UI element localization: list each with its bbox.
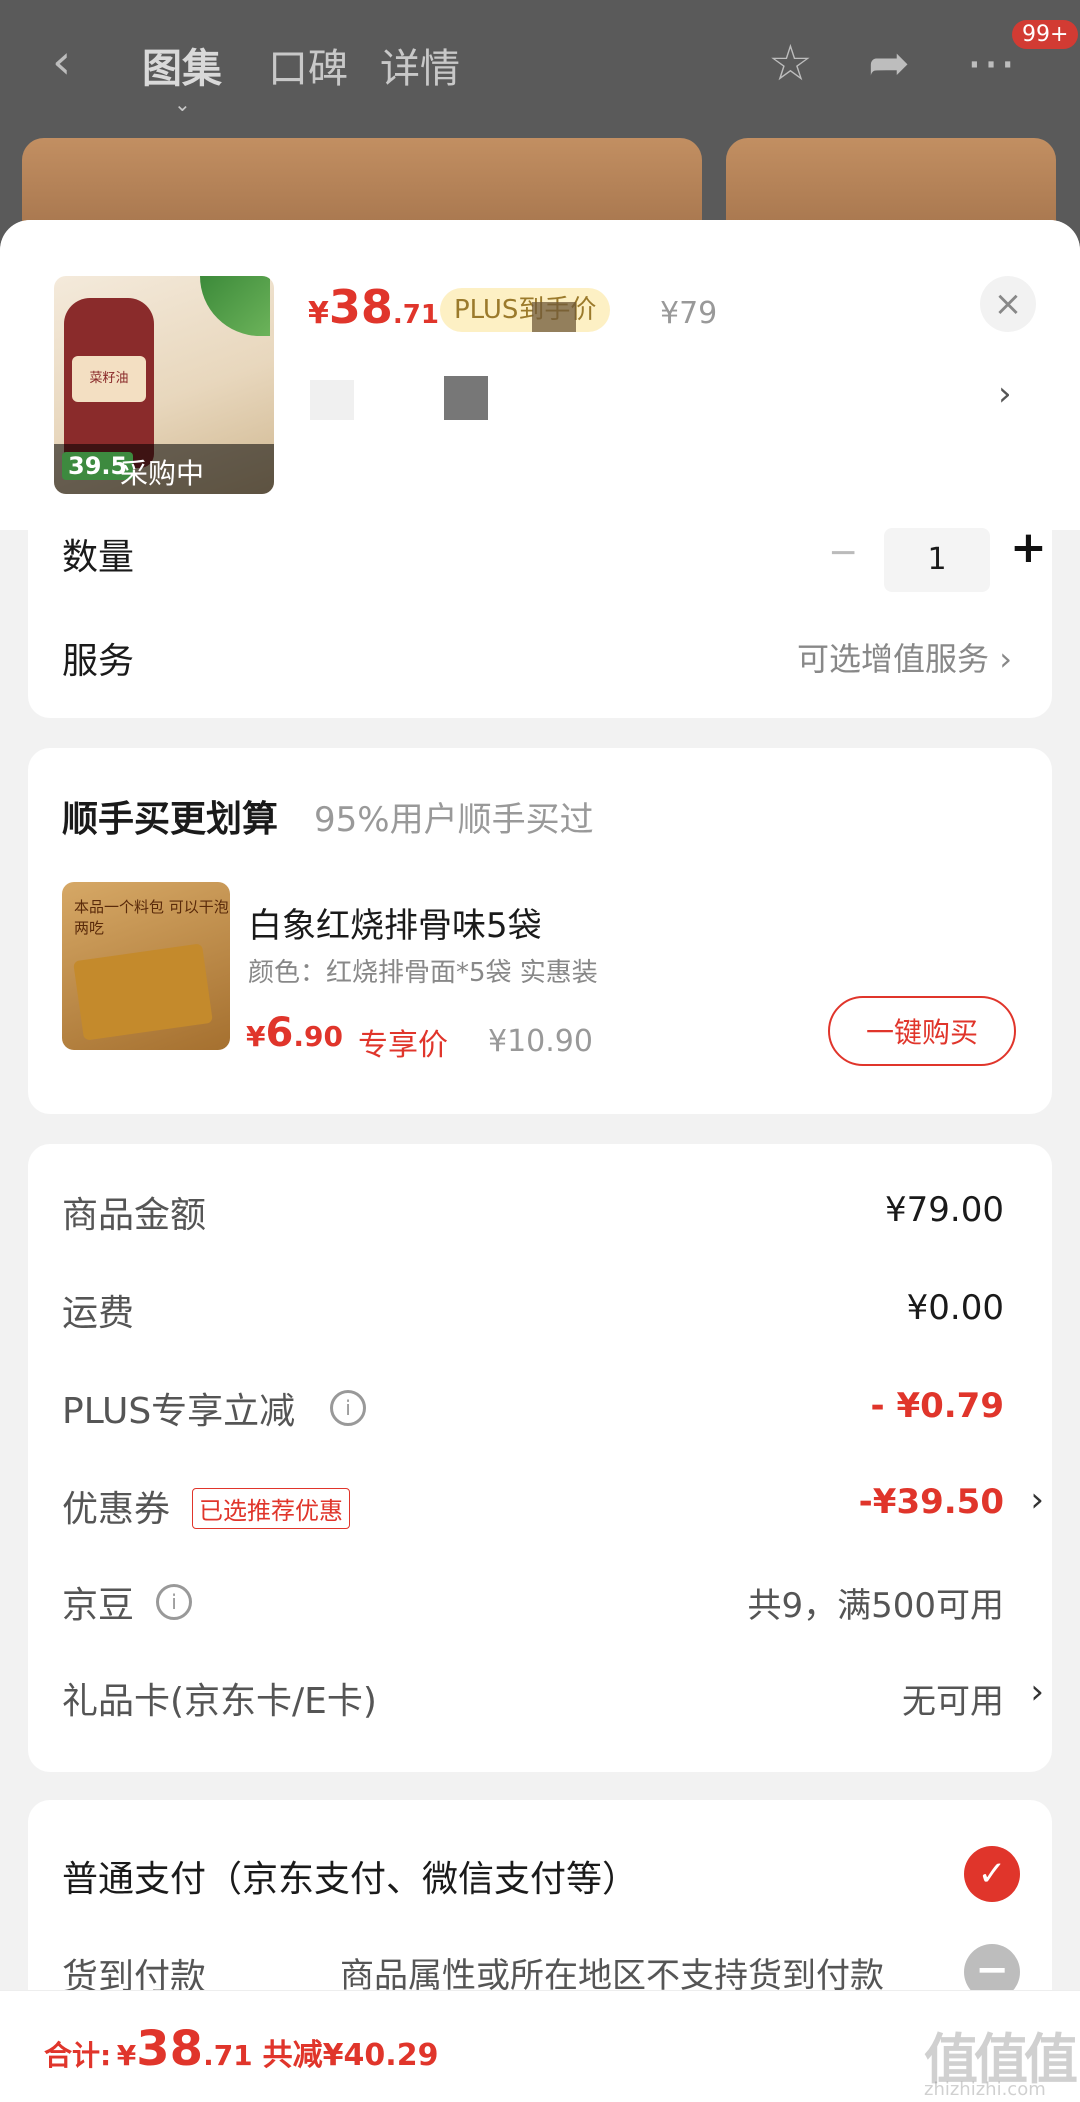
addon-original-price: ¥10.90 xyxy=(488,1024,593,1059)
more-icon[interactable]: ⋯ xyxy=(966,34,1016,92)
price-integer: 6 xyxy=(265,1010,294,1056)
total-amount: 合计: ¥38.71 共减¥40.29 xyxy=(44,2021,438,2077)
gift-card-label: 礼品卡(京东卡/E卡) xyxy=(62,1681,377,1722)
total-decimal: .71 xyxy=(203,2039,253,2072)
plus-discount-label: PLUS专享立减 xyxy=(62,1391,296,1432)
chevron-right-icon[interactable]: › xyxy=(1030,1480,1044,1520)
tab-details[interactable]: 详情 xyxy=(380,36,460,94)
shipping-label: 运费 xyxy=(62,1293,135,1334)
service-label: 服务 xyxy=(62,641,135,682)
spec-arrow-icon[interactable]: › xyxy=(998,374,1012,414)
check-icon[interactable]: ✓ xyxy=(964,1846,1020,1902)
quantity-minus-button[interactable]: − xyxy=(828,532,858,573)
total-saved: 共减¥40.29 xyxy=(262,2038,439,2073)
product-price: ¥38.71 xyxy=(308,280,439,334)
coupon-tag: 已选推荐优惠 xyxy=(192,1488,350,1529)
plus-price-tag: PLUS到手价 xyxy=(440,288,611,332)
addon-price-tag: 专享价 xyxy=(358,1028,448,1063)
one-click-buy-button[interactable]: 一键购买 xyxy=(828,996,1016,1066)
back-icon[interactable]: ‹ xyxy=(52,34,71,90)
addon-card: 顺手买更划算 95%用户顺手买过 本品一个料包 可以干泡两吃 白象红烧排骨味5袋… xyxy=(28,748,1052,1114)
leaf-decoration xyxy=(200,276,270,336)
top-navigation: ‹ 图集 ⌄ 口碑 详情 ☆ ➦ ⋯ 99+ xyxy=(0,0,1080,130)
info-icon[interactable]: i xyxy=(330,1390,366,1426)
addon-spec: 颜色：红烧排骨面*5袋 实惠装 xyxy=(248,958,598,988)
coupon-label: 优惠券 xyxy=(62,1489,171,1530)
service-value[interactable]: 可选增值服务 › xyxy=(797,634,1012,680)
shipping-value: ¥0.00 xyxy=(906,1288,1004,1328)
total-integer: 38 xyxy=(136,2021,204,2077)
info-icon[interactable]: i xyxy=(156,1584,192,1620)
coupon-value[interactable]: -¥39.50 xyxy=(859,1482,1004,1522)
goods-amount-value: ¥79.00 xyxy=(885,1190,1004,1230)
jingdou-value: 共9，满500可用 xyxy=(747,1586,1004,1626)
jingdou-label: 京豆 xyxy=(62,1585,135,1626)
price-currency: ¥ xyxy=(246,1020,266,1053)
close-button[interactable]: × xyxy=(980,276,1036,332)
quantity-label: 数量 xyxy=(62,537,135,578)
chevron-right-icon[interactable]: › xyxy=(1030,1672,1044,1712)
redaction-block xyxy=(444,376,488,420)
product-thumbnail[interactable]: 菜籽油 39.5 采购中 xyxy=(54,276,274,494)
quantity-plus-button[interactable]: + xyxy=(1010,522,1047,573)
tab-indicator: ⌄ xyxy=(174,92,191,116)
price-integer: 38 xyxy=(328,280,393,334)
service-value-text: 可选增值服务 xyxy=(797,640,990,678)
price-decimal: .71 xyxy=(392,300,439,330)
addon-image-text: 本品一个料包 可以干泡两吃 xyxy=(74,898,229,937)
original-price: ¥79 xyxy=(660,296,718,331)
goods-amount-label: 商品金额 xyxy=(62,1195,207,1236)
addon-price: ¥6.90 xyxy=(246,1010,343,1056)
share-icon[interactable]: ➦ xyxy=(868,34,910,92)
price-currency: ¥ xyxy=(308,296,329,331)
checkout-footer: 合计: ¥38.71 共减¥40.29 值值值 zhizhizhi.com xyxy=(0,1990,1080,2102)
noodle-pack-image xyxy=(73,943,213,1041)
total-currency: ¥ xyxy=(116,2039,137,2072)
plus-discount-value: - ¥0.79 xyxy=(870,1386,1005,1426)
watermark-url: zhizhizhi.com xyxy=(924,2079,1046,2100)
normal-payment-label[interactable]: 普通支付（京东支付、微信支付等） xyxy=(62,1850,638,1902)
star-icon[interactable]: ☆ xyxy=(768,34,813,92)
tab-reviews[interactable]: 口碑 xyxy=(268,36,348,94)
total-label: 合计: xyxy=(44,2039,112,2072)
addon-title: 顺手买更划算 xyxy=(62,799,279,840)
quantity-input[interactable]: 1 xyxy=(884,528,990,592)
gift-card-value[interactable]: 无可用 xyxy=(902,1674,1004,1723)
bottle-label: 菜籽油 xyxy=(72,356,146,402)
quantity-service-card: 数量 − 1 + 服务 可选增值服务 › xyxy=(28,522,1052,718)
price-decimal: .90 xyxy=(293,1020,343,1053)
redaction-block xyxy=(532,302,576,332)
addon-subtitle: 95%用户顺手买过 xyxy=(314,800,594,840)
addon-name[interactable]: 白象红烧排骨味5袋 xyxy=(248,898,542,947)
message-badge: 99+ xyxy=(1012,20,1079,49)
purchase-status-bar: 39.5 采购中 xyxy=(54,444,274,494)
purchase-sheet: 菜籽油 39.5 采购中 ¥38.71 PLUS到手价 ¥79 × › 数量 −… xyxy=(0,220,1080,2101)
purchase-status: 采购中 xyxy=(120,457,205,490)
addon-image[interactable]: 本品一个料包 可以干泡两吃 xyxy=(62,882,230,1050)
tab-gallery[interactable]: 图集 xyxy=(142,36,222,94)
redaction-block xyxy=(310,380,354,420)
sheet-header: 菜籽油 39.5 采购中 ¥38.71 PLUS到手价 ¥79 × › xyxy=(0,220,1080,530)
chevron-right-icon: › xyxy=(999,640,1012,678)
